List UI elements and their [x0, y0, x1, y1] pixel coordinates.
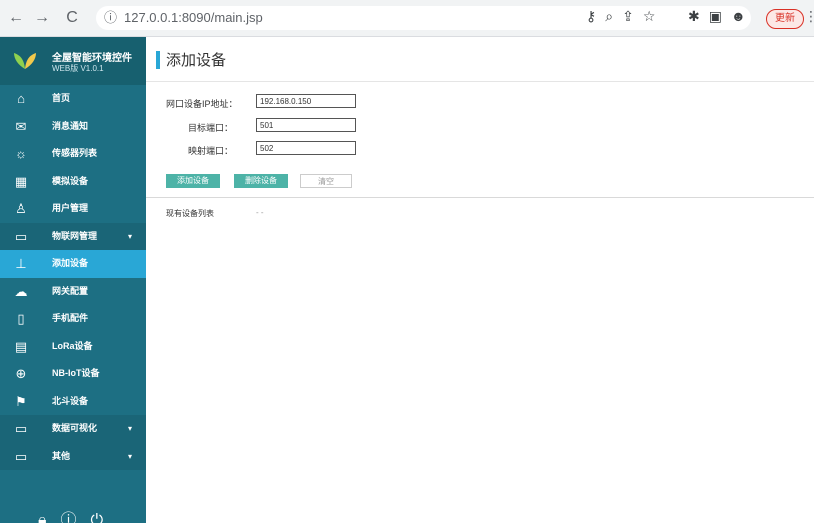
map-port-label: 映射端口： [188, 146, 234, 156]
sidebar-item-14[interactable]: ▭ 其他 ▾ [0, 442, 146, 471]
sidebar-item-11[interactable]: ⊕ NB-IoT设备 [0, 360, 146, 388]
target-port-label: 目标端口： [188, 123, 234, 133]
browser-toolbar: ← → C ⓘ 127.0.0.1:8090/main.jsp ⚷⌕⇪☆ ✱▣☻… [0, 0, 814, 37]
info-icon[interactable]: ⓘ [104, 6, 117, 30]
sidebar-item-2[interactable]: ✉ 消息通知 [0, 113, 146, 141]
lock-icon[interactable]: 🔒︎ [38, 512, 61, 529]
sidebar-item-label: 模拟设备 [52, 175, 89, 186]
sidebar-item-label: 其他 [52, 450, 71, 461]
sidebar-item-6[interactable]: ▭ 物联网管理 ▾ [0, 222, 146, 251]
clear-button[interactable]: 清空 [300, 174, 352, 188]
sidebar-item-13[interactable]: ▭ 数据可视化 ▾ [0, 415, 146, 443]
target-port-input[interactable] [256, 118, 356, 132]
mail-icon: ✉ [15, 118, 27, 134]
add-device-button[interactable]: 添加设备 [166, 174, 220, 188]
caret-down-icon[interactable]: ▾ [128, 443, 132, 471]
sidebar-item-label: 用户管理 [52, 203, 89, 213]
divider [146, 197, 814, 198]
reload-button[interactable]: C [62, 8, 82, 28]
sidebar-item-label: 消息通知 [52, 120, 89, 131]
sidebar-footer: 🔒︎ⓘ⏻ [38, 506, 117, 530]
sidebar-menu: ⌂ 首页 ✉ 消息通知 ☼ 传感器列表 ▦ 模拟设备 ♙ 用户管理 ▭ 物联网管理 ▾ ⊥ 添加设备 ☁ 网关配… [0, 85, 146, 470]
update-button[interactable]: 更新 [766, 9, 804, 29]
profile-icon[interactable]: ☻ [731, 8, 755, 24]
url-text[interactable]: 127.0.0.1:8090/main.jsp [124, 6, 263, 30]
sidebar-item-3[interactable]: ☼ 传感器列表 [0, 140, 146, 168]
sidebar-item-label: NB-IoT设备 [52, 368, 100, 378]
globe-icon: ⊕ [15, 366, 27, 381]
sidebar-item-label: LoRa设备 [52, 340, 93, 351]
sidebar-item-1[interactable]: ⌂ 首页 [0, 85, 146, 113]
sun-icon: ☼ [15, 146, 27, 161]
brand: 全屋智能环境控件 WEB版 V1.0.1 [0, 37, 146, 85]
menu-icon[interactable]: ⋮ [804, 8, 814, 25]
sidebar-item-label: 北斗设备 [52, 395, 89, 406]
brand-subtitle: WEB版 V1.0.1 [52, 64, 104, 73]
sidebar: 全屋智能环境控件 WEB版 V1.0.1 ⌂ 首页 ✉ 消息通知 ☼ 传感器列表 ▦ 模拟设备… [0, 37, 146, 529]
back-button[interactable]: ← [6, 8, 26, 28]
ip-label: 网口设备IP地址： [166, 99, 238, 109]
device-list-label: 现有设备列表 [166, 209, 214, 218]
sidebar-item-label: 数据可视化 [52, 423, 98, 433]
map-port-input[interactable] [256, 141, 356, 155]
extension-icons[interactable]: ✱▣☻ [688, 8, 755, 25]
network-icon: ⊥ [15, 256, 27, 271]
lora-icon: ▤ [14, 338, 28, 354]
sidebar-item-label: 添加设备 [52, 258, 89, 268]
star-icon[interactable]: ☆ [643, 8, 665, 24]
leaf-logo-icon [14, 53, 36, 69]
device-list-value: - - [256, 208, 264, 217]
sidebar-item-7[interactable]: ⊥ 添加设备 [0, 250, 146, 278]
caret-down-icon[interactable]: ▾ [128, 223, 132, 251]
sidebar-item-4[interactable]: ▦ 模拟设备 [0, 168, 146, 196]
page-title: 添加设备 [166, 52, 227, 69]
ip-input[interactable] [256, 94, 356, 108]
sidebar-item-label: 传感器列表 [52, 148, 98, 158]
home-icon: ⌂ [17, 91, 25, 106]
device-icon: ▭ [14, 228, 28, 244]
caret-down-icon[interactable]: ▾ [128, 415, 132, 443]
omnibox-icons[interactable]: ⚷⌕⇪☆ [586, 8, 664, 25]
puzzle-icon[interactable]: ✱ [688, 8, 709, 24]
key-icon[interactable]: ⚷ [586, 8, 605, 24]
sidebar-item-5[interactable]: ♙ 用户管理 [0, 195, 146, 223]
cloud-icon: ☁ [14, 283, 28, 299]
title-accent [156, 51, 160, 69]
sidebar-item-label: 物联网管理 [52, 230, 98, 241]
info-circle-icon[interactable]: ⓘ [61, 512, 91, 529]
page-header: 添加设备 [146, 37, 814, 82]
forward-button[interactable]: → [32, 8, 52, 28]
device-icon: ▭ [14, 448, 28, 464]
sidebar-item-label: 首页 [52, 93, 71, 103]
user-icon: ♙ [15, 201, 27, 216]
sidebar-item-10[interactable]: ▤ LoRa设备 [0, 333, 146, 361]
sidebar-item-label: 手机配件 [52, 313, 89, 323]
phone-icon: ▯ [17, 311, 25, 326]
share-icon[interactable]: ⇪ [622, 8, 643, 24]
brand-title: 全屋智能环境控件 [52, 53, 132, 64]
device-icon: ▭ [14, 421, 28, 436]
grid-icon: ▦ [14, 173, 28, 189]
zoom-icon[interactable]: ⌕ [605, 8, 622, 24]
delete-device-button[interactable]: 删除设备 [234, 174, 288, 188]
power-icon[interactable]: ⏻ [91, 512, 118, 529]
sidebar-item-label: 网关配置 [52, 285, 89, 296]
sidebar-item-12[interactable]: ⚑ 北斗设备 [0, 388, 146, 416]
sidepanel-icon[interactable]: ▣ [709, 8, 731, 24]
sidebar-item-8[interactable]: ☁ 网关配置 [0, 278, 146, 306]
sidebar-item-9[interactable]: ▯ 手机配件 [0, 305, 146, 333]
main-content: 添加设备 网口设备IP地址： 目标端口： 映射端口： 添加设备 删除设备 清空 … [146, 37, 814, 523]
flag-icon: ⚑ [15, 393, 27, 409]
